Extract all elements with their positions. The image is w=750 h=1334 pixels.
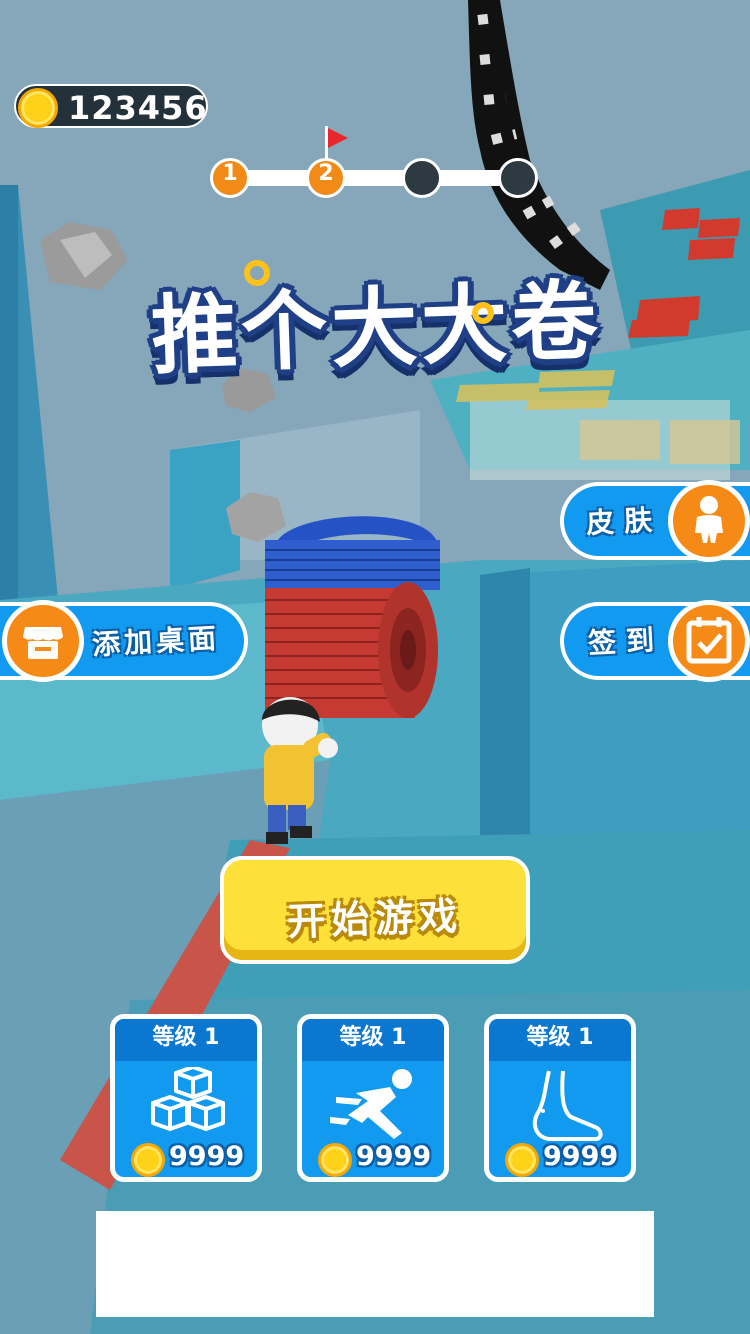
running-icon — [330, 1069, 412, 1139]
upgrade-price: 9999 — [169, 1141, 245, 1172]
game-title: 推个大大卷 — [149, 271, 603, 387]
calendar-check-icon — [668, 600, 750, 682]
level-node-2: 2 — [306, 158, 346, 198]
signin-label: 签到 — [587, 623, 665, 660]
upgrade-price: 9999 — [356, 1141, 432, 1172]
add-desktop-label: 添加桌面 — [91, 621, 221, 662]
upgrade-card-capacity[interactable]: 等级 1 9999 — [110, 1014, 262, 1182]
add-desktop-button[interactable]: 添加桌面 — [0, 600, 248, 682]
upgrade-card-speed[interactable]: 等级 1 9999 — [297, 1014, 449, 1182]
skin-button[interactable]: 皮肤 — [560, 480, 750, 562]
level-node-3 — [402, 158, 442, 198]
upgrade-level-label: 等级 1 — [115, 1019, 257, 1061]
game-title-logo: 推个大大卷 — [136, 258, 616, 387]
upgrade-level-label: 等级 1 — [489, 1019, 631, 1061]
coin-icon — [18, 88, 58, 128]
upgrade-level-label: 等级 1 — [302, 1019, 444, 1061]
coin-icon — [131, 1143, 165, 1177]
coin-amount: 123456 — [68, 89, 208, 127]
cubes-icon — [151, 1067, 225, 1131]
start-game-label: 开始游戏 — [286, 893, 464, 945]
title-ring-decoration — [244, 260, 270, 286]
start-game-button[interactable]: 开始游戏 — [220, 856, 530, 964]
skin-label: 皮肤 — [585, 503, 663, 540]
person-icon — [668, 480, 750, 562]
upgrade-price: 9999 — [543, 1141, 619, 1172]
coin-icon — [318, 1143, 352, 1177]
title-ring-decoration — [472, 302, 494, 324]
progress-track — [240, 170, 520, 186]
ad-banner[interactable] — [96, 1211, 654, 1317]
level-node-4 — [498, 158, 538, 198]
store-icon — [2, 600, 84, 682]
coin-counter: 123456 — [14, 84, 208, 128]
current-level-flag-icon — [328, 128, 348, 148]
level-node-1: 1 — [210, 158, 250, 198]
upgrade-card-jump[interactable]: 等级 1 9999 — [484, 1014, 636, 1182]
coin-icon — [505, 1143, 539, 1177]
signin-button[interactable]: 签到 — [560, 600, 750, 682]
foot-icon — [532, 1070, 603, 1141]
